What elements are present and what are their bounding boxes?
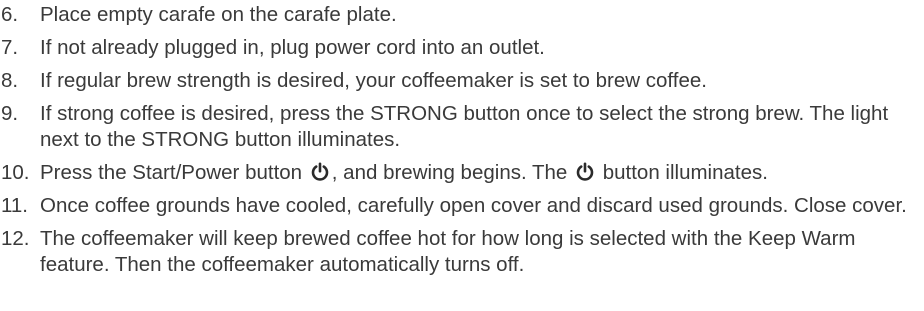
step-text-part: button illuminates. (602, 161, 768, 184)
step-number: 10. (1, 161, 30, 184)
step-number: 8. (1, 69, 19, 92)
step-number: 6. (1, 3, 19, 26)
step-text-part: Press the Start/Power button (40, 161, 303, 184)
step-text: If strong coffee is desired, press the S… (40, 102, 889, 151)
step-text: Once coffee grounds have cooled, careful… (40, 194, 907, 217)
step-number: 9. (1, 102, 19, 125)
list-item: 7. If not already plugged in, plug power… (0, 35, 924, 61)
step-text-part: , and brewing begins. The (331, 161, 568, 184)
step-number: 11. (1, 194, 28, 217)
step-text: Press the Start/Power button , and brewi… (40, 160, 924, 186)
step-text: If not already plugged in, plug power co… (40, 36, 545, 59)
step-number: 12. (1, 227, 30, 250)
list-item: 8. If regular brew strength is desired, … (0, 68, 924, 94)
step-text: Place empty carafe on the carafe plate. (40, 3, 397, 26)
list-item: 9. If strong coffee is desired, press th… (0, 101, 924, 153)
list-item: 12. The coffeemaker will keep brewed cof… (0, 226, 924, 278)
instruction-list: 6. Place empty carafe on the carafe plat… (0, 2, 924, 278)
power-icon (310, 162, 330, 182)
list-item: 6. Place empty carafe on the carafe plat… (0, 2, 924, 28)
step-text: The coffeemaker will keep brewed coffee … (40, 227, 856, 276)
step-text: If regular brew strength is desired, you… (40, 69, 707, 92)
power-icon (575, 162, 595, 182)
step-number: 7. (1, 36, 19, 59)
list-item: 11. Once coffee grounds have cooled, car… (0, 193, 924, 219)
list-item: 10. Press the Start/Power button , and b… (0, 160, 924, 186)
